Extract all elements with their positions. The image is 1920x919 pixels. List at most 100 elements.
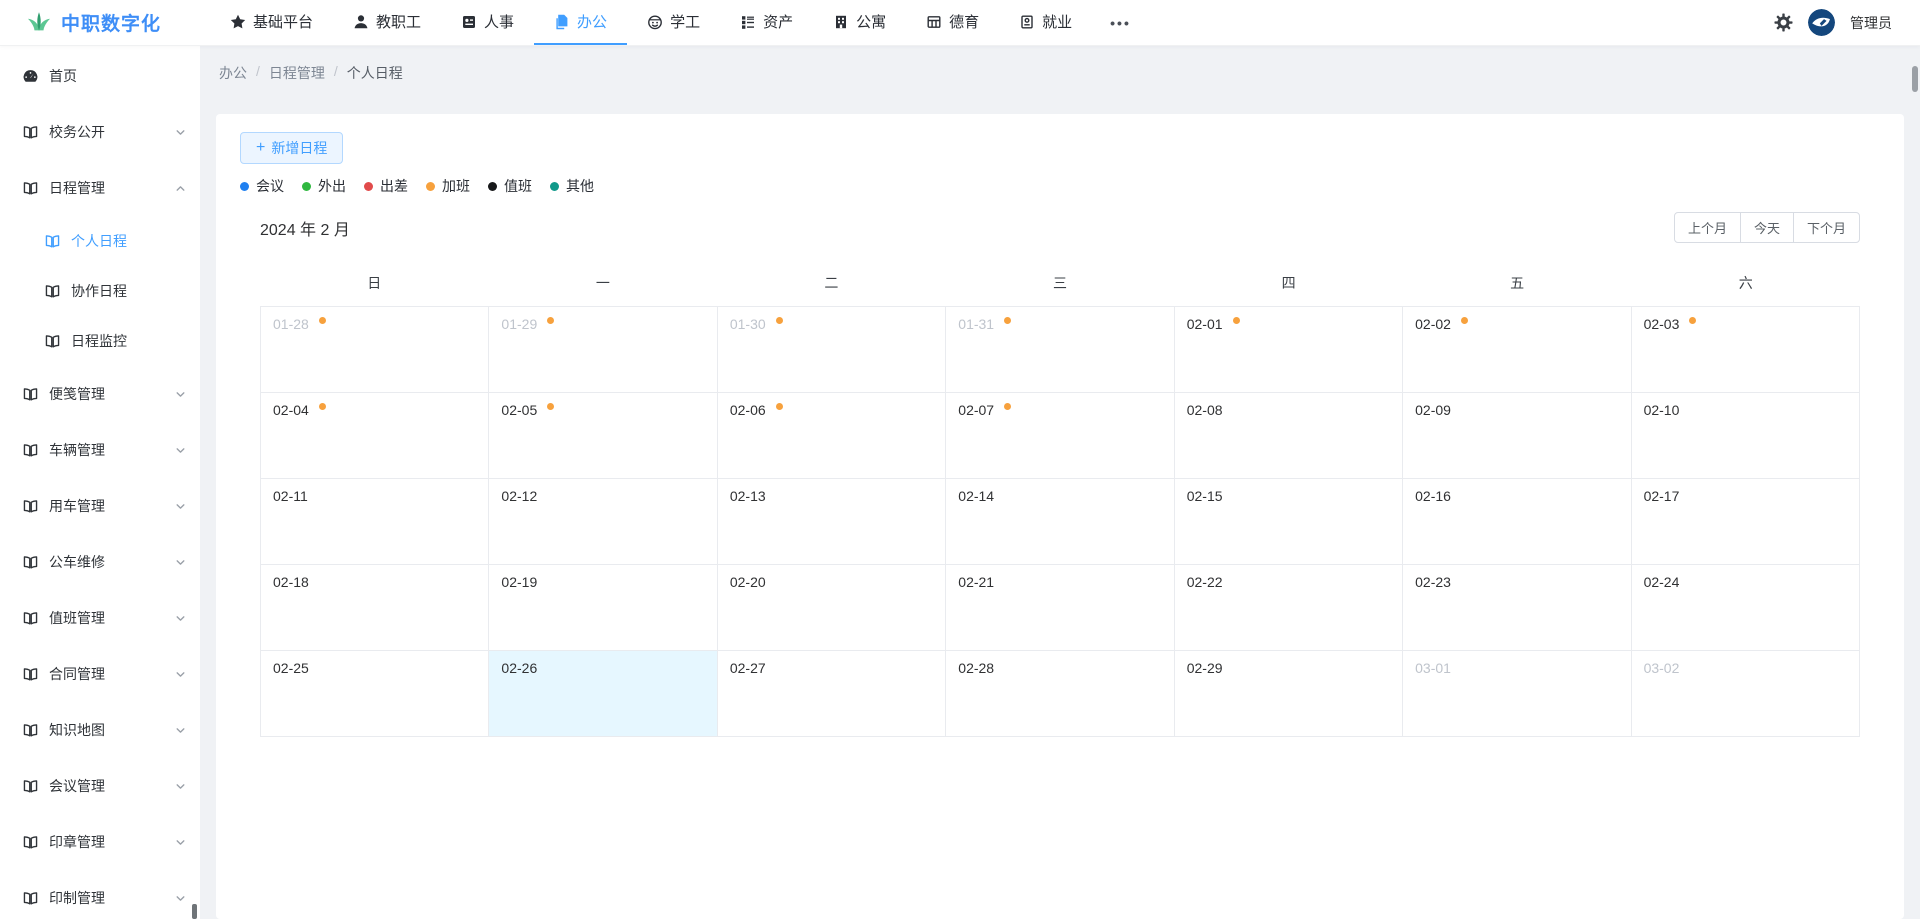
calendar-cell-02-20[interactable]: 02-20 (718, 565, 946, 651)
nav-item-基础平台[interactable]: 基础平台 (210, 0, 333, 45)
today-button[interactable]: 今天 (1740, 212, 1794, 243)
calendar-cell-02-28[interactable]: 02-28 (946, 651, 1174, 737)
prev-month-button[interactable]: 上个月 (1674, 212, 1741, 243)
schedule-dot (547, 317, 554, 324)
sidebar-subitem-协作日程[interactable]: 协作日程 (0, 266, 200, 316)
chevron-down-icon (175, 613, 186, 624)
calendar-cell-02-05[interactable]: 02-05 (489, 393, 717, 479)
calendar-cell-02-11[interactable]: 02-11 (261, 479, 489, 565)
nav-item-公寓[interactable]: 公寓 (813, 0, 906, 45)
sidebar-subitem-个人日程[interactable]: 个人日程 (0, 216, 200, 266)
next-month-button[interactable]: 下个月 (1793, 212, 1860, 243)
sidebar-item-印制管理[interactable]: 印制管理 (0, 870, 200, 919)
weekday-label: 三 (946, 273, 1175, 293)
calendar-cell-02-27[interactable]: 02-27 (718, 651, 946, 737)
calendar-cell-02-13[interactable]: 02-13 (718, 479, 946, 565)
sidebar-item-合同管理[interactable]: 合同管理 (0, 646, 200, 702)
sidebar-item-知识地图[interactable]: 知识地图 (0, 702, 200, 758)
nav-item-人事[interactable]: 人事 (441, 0, 534, 45)
calendar-cell-02-23[interactable]: 02-23 (1403, 565, 1631, 651)
calendar-cell-02-01[interactable]: 02-01 (1175, 307, 1403, 393)
gear-icon[interactable] (1774, 13, 1793, 32)
legend-label: 其他 (566, 176, 594, 196)
breadcrumb-item[interactable]: 日程管理 (269, 63, 325, 83)
calendar-cell-02-08[interactable]: 02-08 (1175, 393, 1403, 479)
calendar-cell-02-26[interactable]: 02-26 (489, 651, 717, 737)
calendar-cell-02-04[interactable]: 02-04 (261, 393, 489, 479)
cell-date-label: 02-24 (1644, 574, 1680, 590)
nav-item-资产[interactable]: 资产 (720, 0, 813, 45)
calendar-cell-01-31[interactable]: 01-31 (946, 307, 1174, 393)
sidebar-item-值班管理[interactable]: 值班管理 (0, 590, 200, 646)
user-avatar[interactable] (1808, 9, 1835, 36)
app-logo[interactable]: 中职数字化 (0, 0, 210, 45)
sidebar-item-校务公开[interactable]: 校务公开 (0, 104, 200, 160)
add-schedule-button[interactable]: + 新增日程 (240, 132, 343, 164)
calendar-cell-03-02[interactable]: 03-02 (1632, 651, 1860, 737)
calendar-cell-02-21[interactable]: 02-21 (946, 565, 1174, 651)
calendar-cell-02-12[interactable]: 02-12 (489, 479, 717, 565)
nav-item-学工[interactable]: 学工 (627, 0, 720, 45)
cell-date-label: 02-02 (1415, 316, 1451, 332)
calendar-cell-02-19[interactable]: 02-19 (489, 565, 717, 651)
cell-date-label: 02-11 (273, 488, 308, 504)
calendar-cell-02-03[interactable]: 02-03 (1632, 307, 1860, 393)
calendar-cell-02-25[interactable]: 02-25 (261, 651, 489, 737)
user-menu[interactable]: 管理员 (1850, 13, 1892, 33)
calendar-cell-02-09[interactable]: 02-09 (1403, 393, 1631, 479)
calendar-cell-01-30[interactable]: 01-30 (718, 307, 946, 393)
calendar-cell-02-02[interactable]: 02-02 (1403, 307, 1631, 393)
cell-date-label: 02-27 (730, 660, 766, 676)
sidebar-item-label: 个人日程 (71, 231, 127, 251)
sidebar-item-label: 印制管理 (49, 888, 105, 908)
sidebar-subitem-日程监控[interactable]: 日程监控 (0, 316, 200, 366)
calendar-cell-02-24[interactable]: 02-24 (1632, 565, 1860, 651)
sidebar-item-首页[interactable]: 首页 (0, 48, 200, 104)
sidebar-scrollbar[interactable] (192, 904, 197, 919)
cell-date-label: 01-28 (273, 316, 309, 332)
sidebar-item-公车维修[interactable]: 公车维修 (0, 534, 200, 590)
nav-item-就业[interactable]: 就业 (999, 0, 1092, 45)
schedule-dot (319, 317, 326, 324)
calendar-cell-01-28[interactable]: 01-28 (261, 307, 489, 393)
sidebar-menu: 首页校务公开日程管理个人日程协作日程日程监控便笺管理车辆管理用车管理公车维修值班… (0, 48, 200, 919)
calendar-cell-02-22[interactable]: 02-22 (1175, 565, 1403, 651)
breadcrumb-item[interactable]: 办公 (219, 63, 247, 83)
page-scrollbar-thumb[interactable] (1912, 66, 1918, 92)
sidebar-item-车辆管理[interactable]: 车辆管理 (0, 422, 200, 478)
calendar-cell-02-17[interactable]: 02-17 (1632, 479, 1860, 565)
cell-date-label: 01-30 (730, 316, 766, 332)
calendar-cell-02-16[interactable]: 02-16 (1403, 479, 1631, 565)
sidebar-item-日程管理[interactable]: 日程管理 (0, 160, 200, 216)
cell-date-label: 02-17 (1644, 488, 1680, 504)
sidebar-item-印章管理[interactable]: 印章管理 (0, 814, 200, 870)
nav-item-办公[interactable]: 办公 (534, 0, 627, 45)
nav-item-教职工[interactable]: 教职工 (333, 0, 441, 45)
sidebar-item-便笺管理[interactable]: 便笺管理 (0, 366, 200, 422)
legend-dot (550, 182, 559, 191)
calendar-cell-02-07[interactable]: 02-07 (946, 393, 1174, 479)
calendar-cell-02-18[interactable]: 02-18 (261, 565, 489, 651)
book-icon (44, 233, 61, 250)
calendar-cell-02-06[interactable]: 02-06 (718, 393, 946, 479)
sidebar-item-用车管理[interactable]: 用车管理 (0, 478, 200, 534)
calendar-cell-02-29[interactable]: 02-29 (1175, 651, 1403, 737)
calendar-cell-02-15[interactable]: 02-15 (1175, 479, 1403, 565)
schedule-dot (776, 317, 783, 324)
calendar-cell-03-01[interactable]: 03-01 (1403, 651, 1631, 737)
calendar-month-title: 2024 年 2 月 (260, 216, 350, 240)
more-icon[interactable]: ••• (1092, 0, 1149, 45)
calendar-cell-01-29[interactable]: 01-29 (489, 307, 717, 393)
calendar-cell-02-14[interactable]: 02-14 (946, 479, 1174, 565)
chevron-down-icon (175, 127, 186, 138)
page-scrollbar[interactable] (1910, 46, 1920, 919)
legend-dot (302, 182, 311, 191)
nav-item-label: 教职工 (376, 11, 421, 32)
nav-item-德育[interactable]: 德育 (906, 0, 999, 45)
nav-item-label: 人事 (484, 11, 514, 32)
book-icon (22, 180, 39, 197)
calendar: 2024 年 2 月 上个月今天下个月 日一二三四五六 01-2801-2901… (240, 212, 1880, 737)
nav-item-label: 办公 (577, 11, 607, 32)
calendar-cell-02-10[interactable]: 02-10 (1632, 393, 1860, 479)
sidebar-item-会议管理[interactable]: 会议管理 (0, 758, 200, 814)
